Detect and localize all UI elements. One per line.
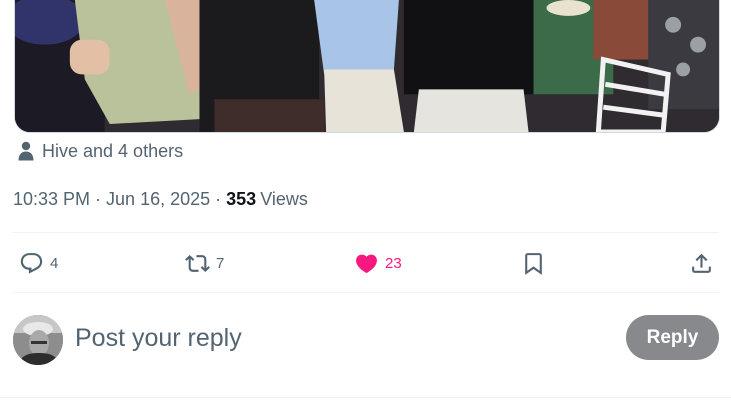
tweet-time[interactable]: 10:33 PM bbox=[13, 189, 90, 210]
divider bbox=[0, 397, 731, 398]
repost-icon bbox=[185, 254, 210, 272]
tagged-users-label: Hive and 4 others bbox=[42, 140, 184, 161]
tagged-users[interactable]: Hive and 4 others bbox=[17, 139, 183, 163]
meta-separator: · bbox=[215, 188, 222, 209]
reply-count: 4 bbox=[50, 254, 59, 272]
divider bbox=[12, 292, 719, 293]
repost-count: 7 bbox=[216, 254, 225, 272]
tweet-action-bar: 4 7 23 bbox=[0, 233, 731, 293]
share-button[interactable] bbox=[689, 233, 714, 293]
reply-button[interactable]: 4 bbox=[19, 233, 58, 293]
tweet-date[interactable]: Jun 16, 2025 bbox=[106, 189, 210, 210]
reply-input[interactable] bbox=[75, 319, 595, 357]
meta-separator: · bbox=[95, 188, 102, 209]
views-count: 353 bbox=[226, 188, 257, 209]
repost-button[interactable]: 7 bbox=[185, 233, 224, 293]
tweet-meta: 10:33 PM · Jun 16, 2025 · 353 Views bbox=[13, 187, 308, 211]
photo-image bbox=[15, 0, 719, 132]
bookmark-icon bbox=[525, 252, 542, 275]
person-icon bbox=[17, 141, 35, 161]
share-icon bbox=[692, 253, 711, 273]
heart-icon bbox=[356, 254, 377, 273]
views-label: Views bbox=[260, 188, 308, 209]
avatar-image bbox=[13, 315, 63, 365]
bookmark-button[interactable] bbox=[521, 233, 546, 293]
like-count: 23 bbox=[385, 254, 402, 272]
tweet-media-photo[interactable] bbox=[14, 0, 720, 133]
like-button[interactable]: 23 bbox=[354, 233, 402, 293]
reply-icon bbox=[20, 252, 43, 274]
avatar[interactable] bbox=[13, 315, 63, 365]
reply-submit-button[interactable]: Reply bbox=[626, 315, 719, 360]
